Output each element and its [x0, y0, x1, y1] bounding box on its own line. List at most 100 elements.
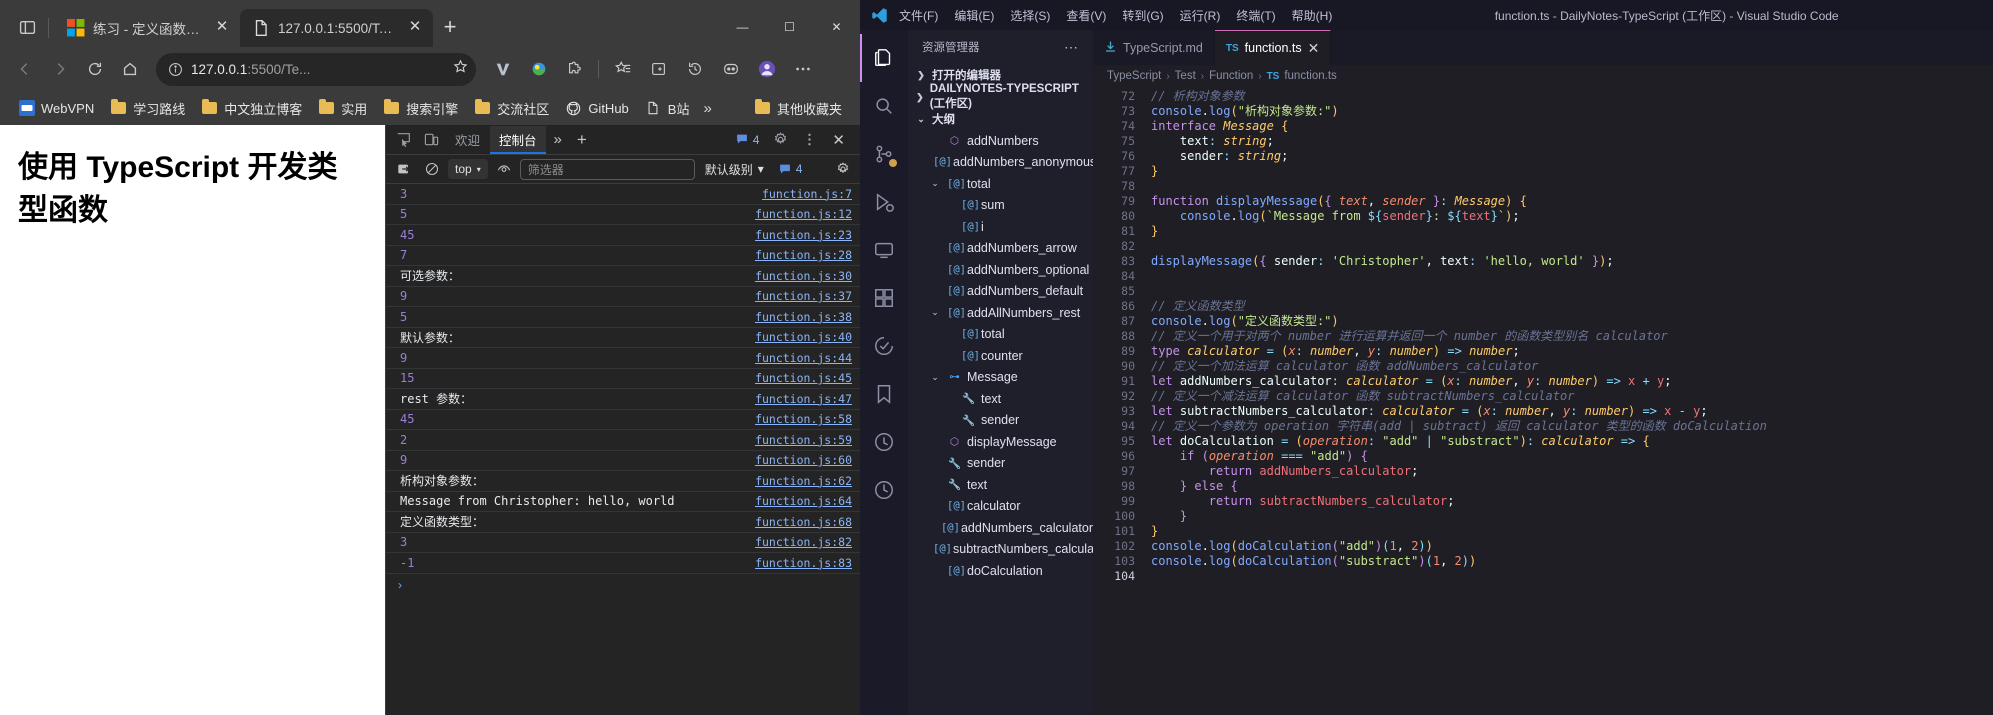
outline-item[interactable]: [@]subtractNumbers_calculator [908, 539, 1093, 561]
activity-extensions-icon[interactable] [860, 274, 908, 322]
bookmark-item[interactable]: 中文独立博客 [193, 96, 310, 121]
log-level-selector[interactable]: 默认级别 ▾ [699, 161, 770, 178]
console-source-link[interactable]: function.js:83 [755, 556, 852, 570]
editor-tab-function-ts[interactable]: TS function.ts ✕ [1214, 30, 1332, 65]
activity-remote-icon[interactable] [860, 226, 908, 274]
device-toolbar-icon[interactable] [418, 128, 445, 152]
console-settings-gear-icon[interactable] [836, 162, 854, 176]
split-screen-icon[interactable] [642, 53, 675, 86]
menu-item[interactable]: 帮助(H) [1284, 4, 1341, 27]
outline-item[interactable]: 🔧 text [908, 388, 1093, 410]
breadcrumb-item[interactable]: function.ts [1284, 70, 1336, 82]
minimize-button[interactable]: — [719, 7, 766, 47]
console-prompt[interactable]: › [386, 574, 860, 596]
outline-item[interactable]: ⬡ addNumbers [908, 130, 1093, 152]
activity-timeline-icon[interactable] [860, 466, 908, 514]
outline-item[interactable]: [@] doCalculation [908, 560, 1093, 582]
menu-item[interactable]: 文件(F) [891, 4, 946, 27]
outline-item[interactable]: [@] sum [908, 195, 1093, 217]
outline-item[interactable]: ⬡ displayMessage [908, 431, 1093, 453]
chevron-down-icon[interactable]: ⌄ [928, 178, 942, 189]
menu-item[interactable]: 运行(R) [1172, 4, 1229, 27]
bookmarks-overflow-icon[interactable]: » [697, 100, 717, 117]
chevron-down-icon[interactable]: ⌄ [928, 307, 942, 318]
console-source-link[interactable]: function.js:44 [755, 351, 852, 365]
browser-tab-0[interactable]: 练习 - 定义函数类型 - Learn | Mi ✕ [55, 9, 240, 47]
activity-run-debug-icon[interactable] [860, 178, 908, 226]
collections-star-icon[interactable] [606, 53, 639, 86]
new-tab-button[interactable]: + [433, 10, 467, 44]
console-source-link[interactable]: function.js:28 [755, 248, 852, 262]
outline-item[interactable]: ⌄ [@] total [908, 173, 1093, 195]
console-source-link[interactable]: function.js:23 [755, 228, 852, 242]
editor-tab-close-icon[interactable]: ✕ [1308, 40, 1320, 57]
tab-close-icon[interactable]: ✕ [406, 19, 424, 37]
inspect-element-icon[interactable] [390, 128, 417, 152]
devtools-more-options-icon[interactable] [796, 128, 823, 152]
breadcrumb-item[interactable]: TypeScript [1107, 70, 1161, 82]
activity-explorer-icon[interactable] [860, 34, 908, 82]
info-icon[interactable] [168, 62, 183, 77]
chevron-down-icon[interactable]: ⌄ [928, 372, 942, 383]
maximize-button[interactable]: ☐ [766, 7, 813, 47]
browser-tab-1[interactable]: 127.0.0.1:5500/Test/Function/fun ✕ [240, 9, 433, 47]
close-window-button[interactable]: ✕ [813, 7, 860, 47]
console-source-link[interactable]: function.js:47 [755, 392, 852, 406]
breadcrumb-item[interactable]: Test [1175, 70, 1196, 82]
activity-bookmarks-icon[interactable] [860, 370, 908, 418]
devtools-tab-welcome[interactable]: 欢迎 [446, 126, 489, 154]
outline-item[interactable]: 🔧 text [908, 474, 1093, 496]
outline-item[interactable]: 🔧 sender [908, 410, 1093, 432]
other-bookmarks-item[interactable]: 其他收藏夹 [746, 96, 850, 121]
address-bar[interactable]: 127.0.0.1:5500/Te... [156, 52, 476, 86]
devtools-tab-console[interactable]: 控制台 [490, 125, 546, 154]
outline-item[interactable]: [@] addNumbers_calculator [908, 517, 1093, 539]
console-source-link[interactable]: function.js:30 [755, 269, 852, 283]
outline-item[interactable]: [@] addNumbers_anonymous [908, 152, 1093, 174]
console-source-link[interactable]: function.js:68 [755, 515, 852, 529]
console-source-link[interactable]: function.js:40 [755, 330, 852, 344]
issues-badge[interactable]: 4 [729, 133, 766, 147]
menu-item[interactable]: 转到(G) [1114, 4, 1171, 27]
console-source-link[interactable]: function.js:59 [755, 433, 852, 447]
activity-testing-icon[interactable] [860, 322, 908, 370]
bookmark-item[interactable]: 交流社区 [466, 96, 557, 121]
outline-item[interactable]: [@] calculator [908, 496, 1093, 518]
devtools-close-icon[interactable]: ✕ [825, 131, 852, 149]
console-source-link[interactable]: function.js:62 [755, 474, 852, 488]
menu-item[interactable]: 查看(V) [1058, 4, 1114, 27]
console-source-link[interactable]: function.js:12 [755, 207, 852, 221]
console-source-link[interactable]: function.js:82 [755, 535, 852, 549]
console-source-link[interactable]: function.js:45 [755, 371, 852, 385]
vimium-extension-icon[interactable] [486, 53, 519, 86]
tab-actions-icon[interactable] [8, 7, 46, 47]
breadcrumb-item[interactable]: Function [1209, 70, 1253, 82]
history-icon[interactable] [678, 53, 711, 86]
outline-item[interactable]: ⌄ ⊶ Message [908, 367, 1093, 389]
console-source-link[interactable]: function.js:64 [755, 494, 852, 508]
bookmark-item[interactable]: 实用 [310, 96, 375, 121]
sidebar-more-icon[interactable]: ⋯ [1064, 39, 1079, 56]
activity-source-control-icon[interactable] [860, 130, 908, 178]
js-context-selector[interactable]: top ▾ [448, 159, 488, 179]
tab-close-icon[interactable]: ✕ [213, 19, 231, 37]
reload-icon[interactable] [78, 53, 111, 86]
back-icon[interactable] [8, 53, 41, 86]
activity-todo-icon[interactable] [860, 418, 908, 466]
console-source-link[interactable]: function.js:7 [762, 187, 852, 201]
clear-console-icon[interactable] [392, 158, 416, 180]
no-entry-clear-icon[interactable] [420, 158, 444, 180]
console-source-link[interactable]: function.js:37 [755, 289, 852, 303]
sidebar-section-outline[interactable]: ⌄ 大纲 [908, 108, 1093, 130]
console-source-link[interactable]: function.js:38 [755, 310, 852, 324]
forward-icon[interactable] [43, 53, 76, 86]
extensions-puzzle-icon[interactable] [558, 53, 591, 86]
bookmark-item[interactable]: WebVPN [10, 97, 102, 120]
outline-item[interactable]: 🔧 sender [908, 453, 1093, 475]
editor-tab-typescript-md[interactable]: TypeScript.md [1093, 30, 1215, 65]
bookmark-item[interactable]: B站 [637, 96, 698, 121]
devtools-add-panel-icon[interactable]: + [570, 130, 594, 150]
copilot-icon[interactable] [714, 53, 747, 86]
user-avatar[interactable] [750, 53, 783, 86]
outline-item[interactable]: [@] counter [908, 345, 1093, 367]
